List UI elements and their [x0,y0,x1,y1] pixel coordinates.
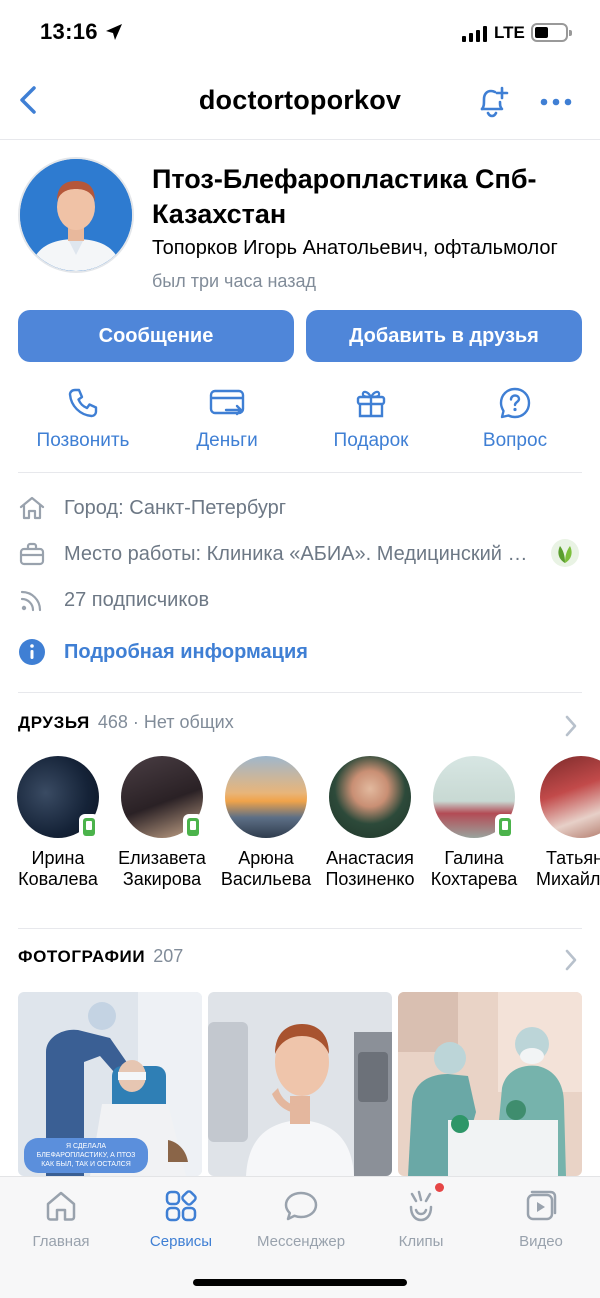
message-button[interactable]: Сообщение [18,310,294,362]
friend-item[interactable]: Арюна Васильева [214,756,318,890]
more-dots-icon[interactable] [538,86,574,118]
tab-messenger[interactable]: Мессенджер [246,1189,356,1250]
notification-bell-add-icon[interactable] [472,82,512,122]
status-bar: 13:16 LTE [0,0,600,64]
info-followers[interactable]: 27 подписчиков [18,586,582,616]
tab-home[interactable]: Главная [6,1189,116,1250]
call-label: Позвонить [36,430,130,451]
phone-icon [68,388,98,418]
work-text: Место работы: Клиника «АБИА». Медицински… [64,543,534,565]
friend-item[interactable]: Елизавета Закирова [110,756,214,890]
friends-title: ДРУЗЬЯ [18,713,90,732]
network-type: LTE [494,23,525,42]
home-indicator [193,1279,407,1286]
money-action[interactable]: Деньги [157,386,297,452]
battery-icon [531,23,572,42]
friend-last-name: Позиненко [325,869,415,889]
photo-caption: Я СДЕЛАЛА БЛЕФАРОПЛАСТИКУ, А ПТОЗ КАК БЫ… [24,1138,148,1173]
followers-text: 27 подписчиков [64,589,210,611]
online-mobile-icon [495,814,515,840]
divider [18,692,582,693]
last-seen: был три часа назад [152,271,316,291]
photos-title: ФОТОГРАФИИ [18,947,146,966]
city-text: Город: Санкт-Петербург [64,497,287,519]
rss-followers-icon [20,590,42,612]
photo-thumbnail[interactable]: Я СДЕЛАЛА БЛЕФАРОПЛАСТИКУ, А ПТОЗ КАК БЫ… [18,992,202,1176]
chevron-right-icon [565,949,577,971]
gift-label: Подарок [333,430,409,451]
friend-first-name: Татьяна [546,848,600,868]
friend-item[interactable]: Анастасия Позиненко [318,756,422,890]
add-friend-button[interactable]: Добавить в друзья [306,310,582,362]
home-icon [46,1191,76,1221]
divider [18,472,582,473]
gift-action[interactable]: Подарок [301,386,441,452]
services-grid-icon [165,1190,197,1222]
notification-badge [435,1183,444,1192]
friend-photo [225,756,307,838]
friend-last-name: Закирова [122,869,202,889]
tab-clips[interactable]: Клипы [366,1189,476,1250]
clips-icon [409,1190,433,1222]
money-card-icon [209,389,245,416]
clinic-logo-icon[interactable] [550,538,580,568]
online-mobile-icon [79,814,99,840]
gift-icon [356,390,386,418]
chat-bubble-icon [284,1191,318,1221]
photos-count: 207 [153,946,184,966]
friend-photo [540,756,600,838]
friend-first-name: Елизавета [118,848,206,868]
friend-first-name: Анастасия [326,848,414,868]
friend-last-name: Кохтарева [430,869,518,889]
details-link: Подробная информация [64,641,308,663]
video-play-icon [526,1190,557,1221]
friend-item[interactable]: Галина Кохтарева [422,756,526,890]
friend-first-name: Галина [444,848,504,868]
divider [18,928,582,929]
friend-last-name: Ковалева [18,869,98,889]
question-action[interactable]: Вопрос [445,386,585,452]
friends-header[interactable]: ДРУЗЬЯ 468 · Нет общих [18,712,582,740]
chevron-right-icon [565,715,577,737]
question-bubble-icon [499,387,531,419]
location-arrow-icon [106,24,122,40]
info-work[interactable]: Место работы: Клиника «АБИА». Медицински… [18,538,582,570]
friend-photo [329,756,411,838]
avatar[interactable] [18,157,134,273]
question-label: Вопрос [482,430,548,451]
photo-thumbnail[interactable] [208,992,392,1176]
profile-status: Топорков Игорь Анатольевич, офтальмолог [152,237,558,259]
tab-services[interactable]: Сервисы [126,1189,236,1250]
friend-first-name: Арюна [238,848,294,868]
tab-clips-label: Клипы [398,1233,444,1250]
tab-video[interactable]: Видео [486,1189,596,1250]
tab-video-label: Видео [519,1233,563,1250]
home-icon [19,496,45,520]
friend-item[interactable]: Ирина Ковалева [6,756,110,890]
tab-messenger-label: Мессенджер [256,1233,346,1250]
status-time: 13:16 [40,19,98,44]
nav-bar: doctortoporkov [0,64,600,140]
friend-last-name: Михайлова [536,869,600,889]
info-icon [19,639,45,665]
friend-first-name: Ирина [31,848,85,868]
friends-count: 468 · Нет общих [97,712,234,732]
friend-item[interactable]: Татьяна Михайлова [526,756,600,890]
online-mobile-icon [183,814,203,840]
money-label: Деньги [196,430,258,451]
info-city: Город: Санкт-Петербург [18,494,582,524]
profile-name: Птоз-Блефаропластика Спб-Казахстан [152,164,537,229]
photos-header[interactable]: ФОТОГРАФИИ 207 [18,946,582,974]
call-action[interactable]: Позвонить [13,386,153,452]
tab-services-label: Сервисы [149,1233,213,1250]
tab-home-label: Главная [32,1233,90,1250]
info-details[interactable]: Подробная информация [18,638,582,668]
friend-last-name: Васильева [220,869,312,889]
briefcase-icon [19,542,45,566]
signal-icon [462,26,487,42]
photo-thumbnail[interactable] [398,992,582,1176]
